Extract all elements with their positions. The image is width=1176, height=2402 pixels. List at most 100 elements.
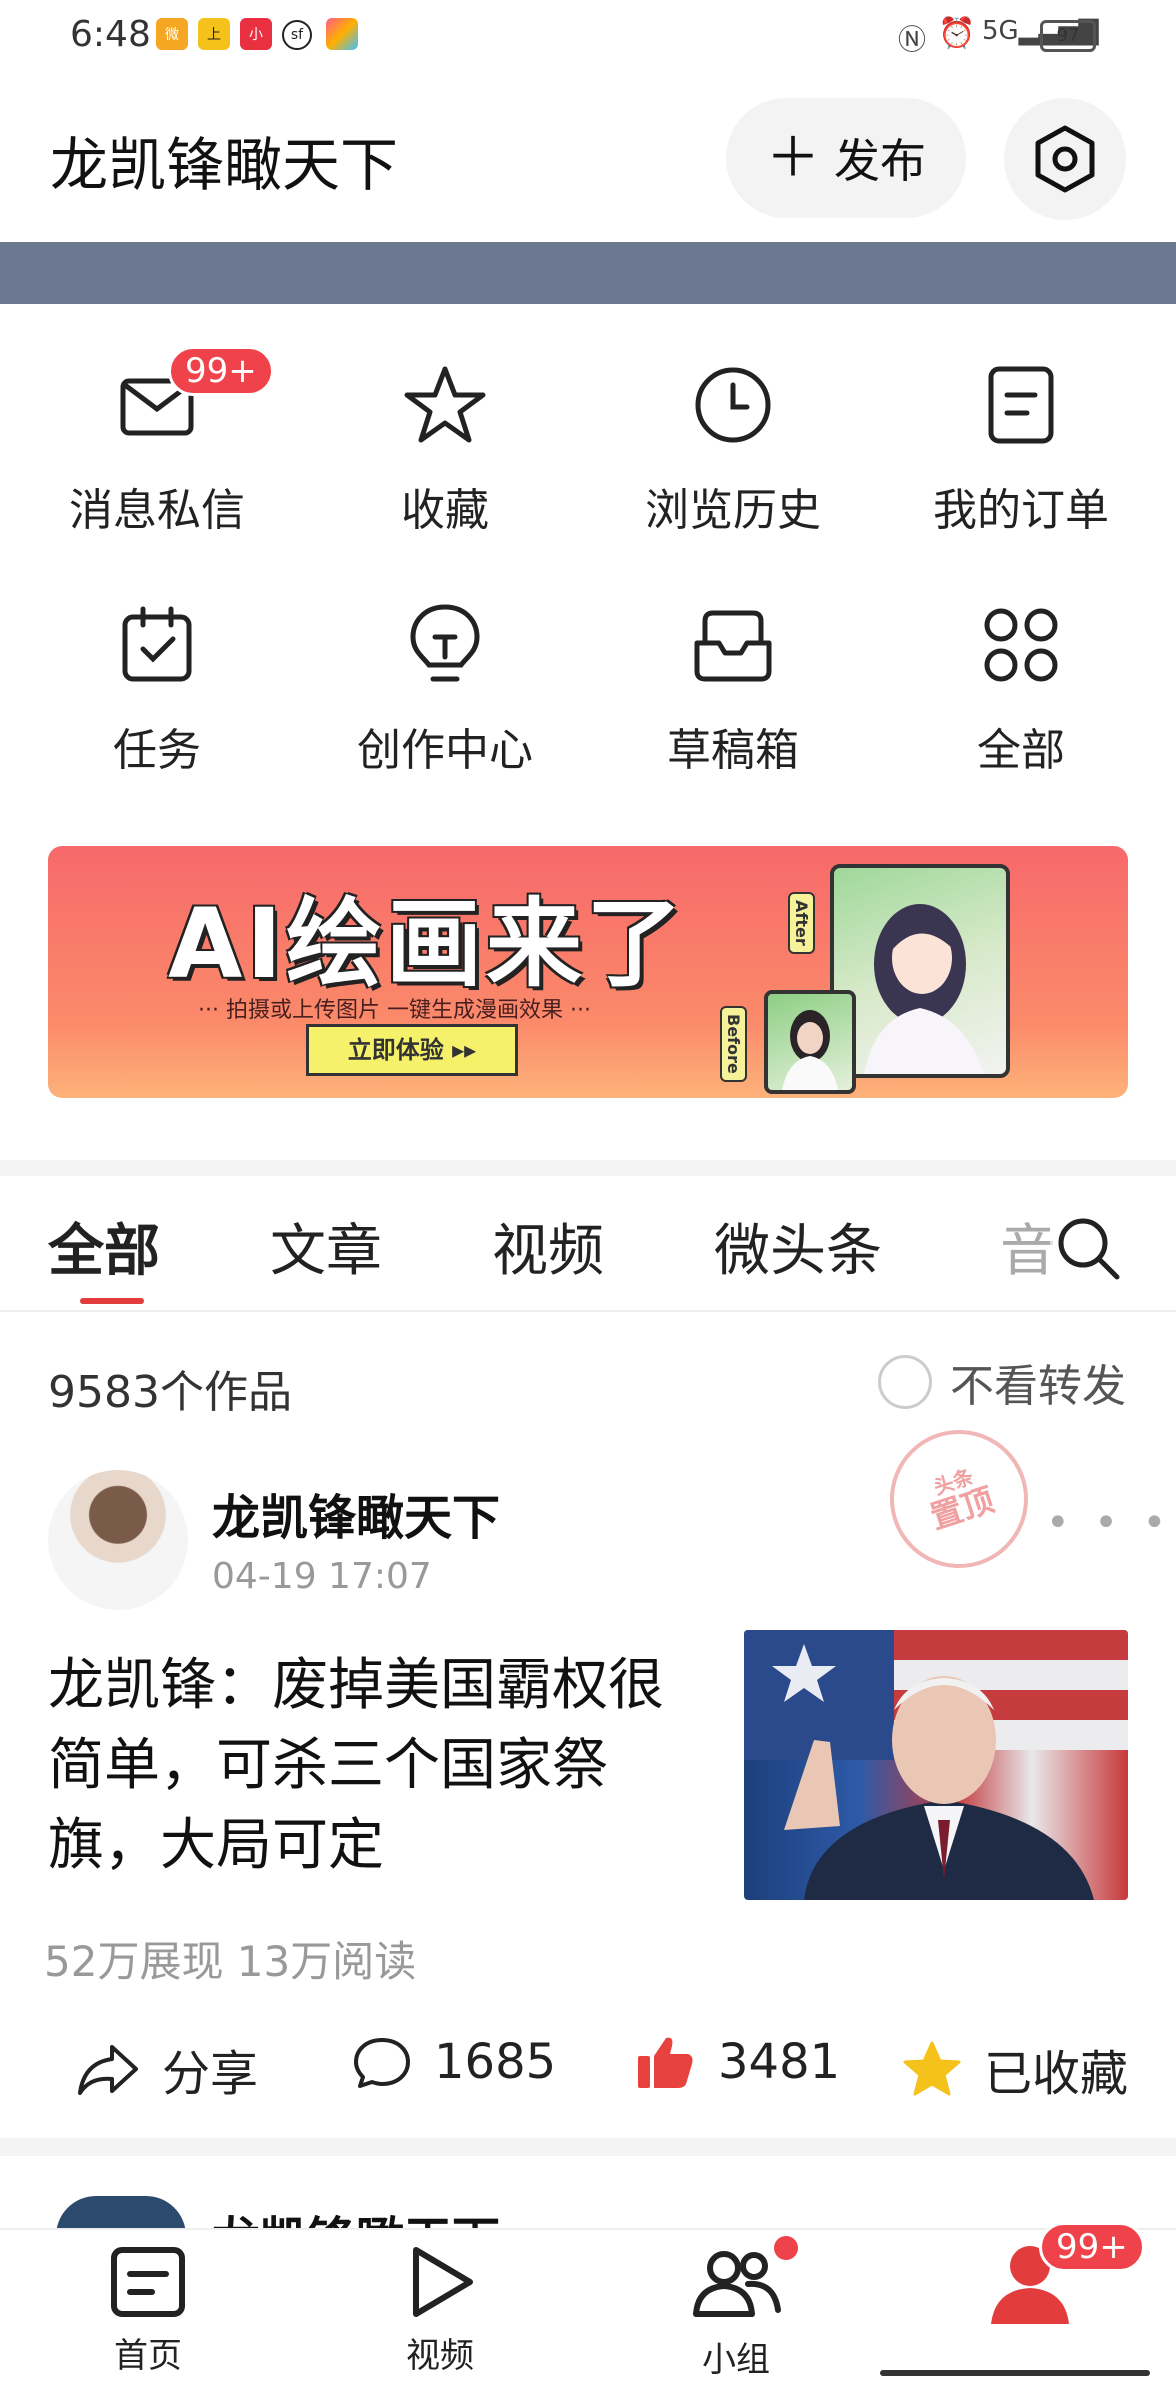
promo-after-image: [830, 864, 1010, 1078]
grid-item-all[interactable]: 全部: [874, 580, 1168, 800]
battery-indicator: 97: [1040, 20, 1096, 52]
function-grid: 99+ 消息私信 收藏 浏览历史 我的订单 任务 创作中心 草稿箱 全部: [0, 340, 1176, 800]
grid-icon: [984, 608, 1058, 682]
weibo-icon: 微: [156, 18, 188, 50]
post-headline[interactable]: 龙凯锋：废掉美国霸权很简单，可杀三个国家祭旗，大局可定: [48, 1646, 708, 1886]
content-tabs: 全部 文章 视频 微头条 音: [0, 1176, 1176, 1312]
star-filled-icon: [903, 2041, 961, 2096]
promo-before-tag-wrap: Before: [720, 1006, 747, 1086]
profile-badge: 99+: [1039, 2222, 1145, 2272]
nav-profile[interactable]: 99+: [950, 2222, 1145, 2336]
comment-icon: [354, 2038, 410, 2088]
grid-item-label: 收藏: [401, 485, 489, 536]
grid-item-label: 草稿箱: [667, 725, 799, 776]
promo-after-tag: After: [788, 892, 815, 954]
promo-after-tag-wrap: After: [788, 892, 815, 958]
radio-icon: [878, 1355, 932, 1409]
next-post-author[interactable]: 龙凯锋瞰天下: [212, 2200, 500, 2230]
news-icon: 上: [198, 18, 230, 50]
status-bar: 6:48 微 上 小 sf Ⓝ ⏰ 5G▂▃▅▇ 97: [0, 0, 1176, 70]
page-title: 龙凯锋瞰天下: [50, 131, 399, 199]
comment-button[interactable]: 1685: [352, 2034, 556, 2090]
inbox-icon: [694, 610, 772, 682]
anime-girl-illustration: [864, 904, 984, 1074]
promo-before-tag: Before: [720, 1006, 747, 1082]
thumbs-up-icon: [638, 2037, 693, 2088]
home-doc-icon: [111, 2247, 185, 2317]
tab-articles[interactable]: 文章: [270, 1206, 382, 1287]
grid-item-favorites[interactable]: 收藏: [298, 340, 592, 560]
grid-item-orders[interactable]: 我的订单: [874, 340, 1168, 560]
cover-banner-strip: [0, 242, 1176, 304]
tab-videos[interactable]: 视频: [492, 1206, 604, 1287]
settings-button[interactable]: [1004, 98, 1126, 220]
post-photo: [744, 1630, 1128, 1900]
search-icon: [1058, 1218, 1120, 1280]
share-button[interactable]: 分享: [76, 2034, 258, 2104]
plus-icon: ＋: [766, 126, 820, 189]
share-label: 分享: [162, 2046, 259, 2102]
grid-item-label: 全部: [977, 725, 1065, 776]
favorited-label: 已收藏: [984, 2046, 1129, 2102]
like-button[interactable]: 3481: [636, 2034, 840, 2090]
post-divider: [0, 2138, 1176, 2156]
promo-try-button[interactable]: 立即体验 ▸▸: [306, 1024, 518, 1076]
tab-audio[interactable]: 音: [1000, 1206, 1056, 1287]
author-avatar[interactable]: [48, 1470, 188, 1610]
hide-reposts-toggle[interactable]: 不看转发: [878, 1350, 1126, 1414]
post-author-name[interactable]: 龙凯锋瞰天下: [212, 1478, 500, 1548]
post-thumbnail[interactable]: [744, 1630, 1128, 1900]
clock-icon: [695, 367, 771, 443]
promo-before-image: [764, 990, 856, 1094]
works-count: 9583个作品: [48, 1367, 292, 1418]
nav-groups-label: 小组: [702, 2340, 770, 2380]
nfc-icon: Ⓝ: [898, 23, 927, 56]
grid-item-label: 任务: [113, 725, 201, 776]
photo-girl-thumbnail: [782, 1010, 838, 1090]
nav-home-label: 首页: [114, 2336, 182, 2376]
section-divider: [0, 1160, 1176, 1176]
grid-item-label: 创作中心: [357, 725, 533, 776]
play-icon: [413, 2247, 473, 2317]
favorite-button[interactable]: 已收藏: [902, 2034, 1128, 2104]
nav-groups[interactable]: 小组: [656, 2236, 816, 2381]
promo-subtitle: ··· 拍摄或上传图片 一键生成漫画效果 ···: [198, 998, 591, 1023]
more-options-button[interactable]: • • •: [1046, 1500, 1172, 1546]
post-stats: 52万展现 13万阅读: [44, 1937, 417, 1986]
grid-item-messages[interactable]: 99+ 消息私信: [10, 340, 304, 560]
nav-home[interactable]: 首页: [68, 2244, 228, 2377]
alarm-icon: ⏰: [938, 16, 976, 51]
publish-label: 发布: [834, 134, 926, 188]
hide-reposts-label: 不看转发: [950, 1361, 1126, 1412]
share-icon: [78, 2045, 138, 2095]
ai-drawing-promo-banner[interactable]: AI绘画来了 ··· 拍摄或上传图片 一键生成漫画效果 ··· 立即体验 ▸▸ …: [48, 846, 1128, 1098]
nav-video-label: 视频: [406, 2336, 474, 2376]
star-icon: [404, 366, 486, 443]
grid-item-tasks[interactable]: 任务: [10, 580, 304, 800]
tab-micro-posts[interactable]: 微头条: [714, 1206, 882, 1287]
grid-item-history[interactable]: 浏览历史: [586, 340, 880, 560]
lightbulb-icon: [410, 604, 480, 682]
active-tab-indicator: [80, 1298, 144, 1304]
nav-video[interactable]: 视频: [360, 2244, 520, 2377]
like-count: 3481: [718, 2034, 841, 2090]
calendar-check-icon: [122, 606, 192, 682]
grid-item-label: 消息私信: [69, 485, 245, 536]
search-button[interactable]: [1050, 1210, 1126, 1286]
tab-all[interactable]: 全部: [48, 1206, 160, 1287]
pinned-seal: 头条 置顶: [872, 1412, 1046, 1586]
hexagon-settings-icon: [1035, 125, 1095, 193]
grid-item-label: 浏览历史: [645, 485, 821, 536]
publish-button[interactable]: ＋ 发布: [726, 98, 966, 218]
app-icon: [326, 18, 358, 50]
promo-title: AI绘画来了: [168, 888, 687, 1000]
post-date: 04-19 17:07: [212, 1556, 432, 1597]
home-indicator[interactable]: [880, 2370, 1150, 2376]
order-icon: [988, 366, 1054, 444]
grid-item-label: 我的订单: [933, 485, 1109, 536]
groups-dot-badge: [774, 2236, 798, 2260]
grid-item-creator-center[interactable]: 创作中心: [298, 580, 592, 800]
sf-icon: sf: [282, 20, 312, 50]
messages-badge: 99+: [168, 346, 274, 396]
grid-item-drafts[interactable]: 草稿箱: [586, 580, 880, 800]
